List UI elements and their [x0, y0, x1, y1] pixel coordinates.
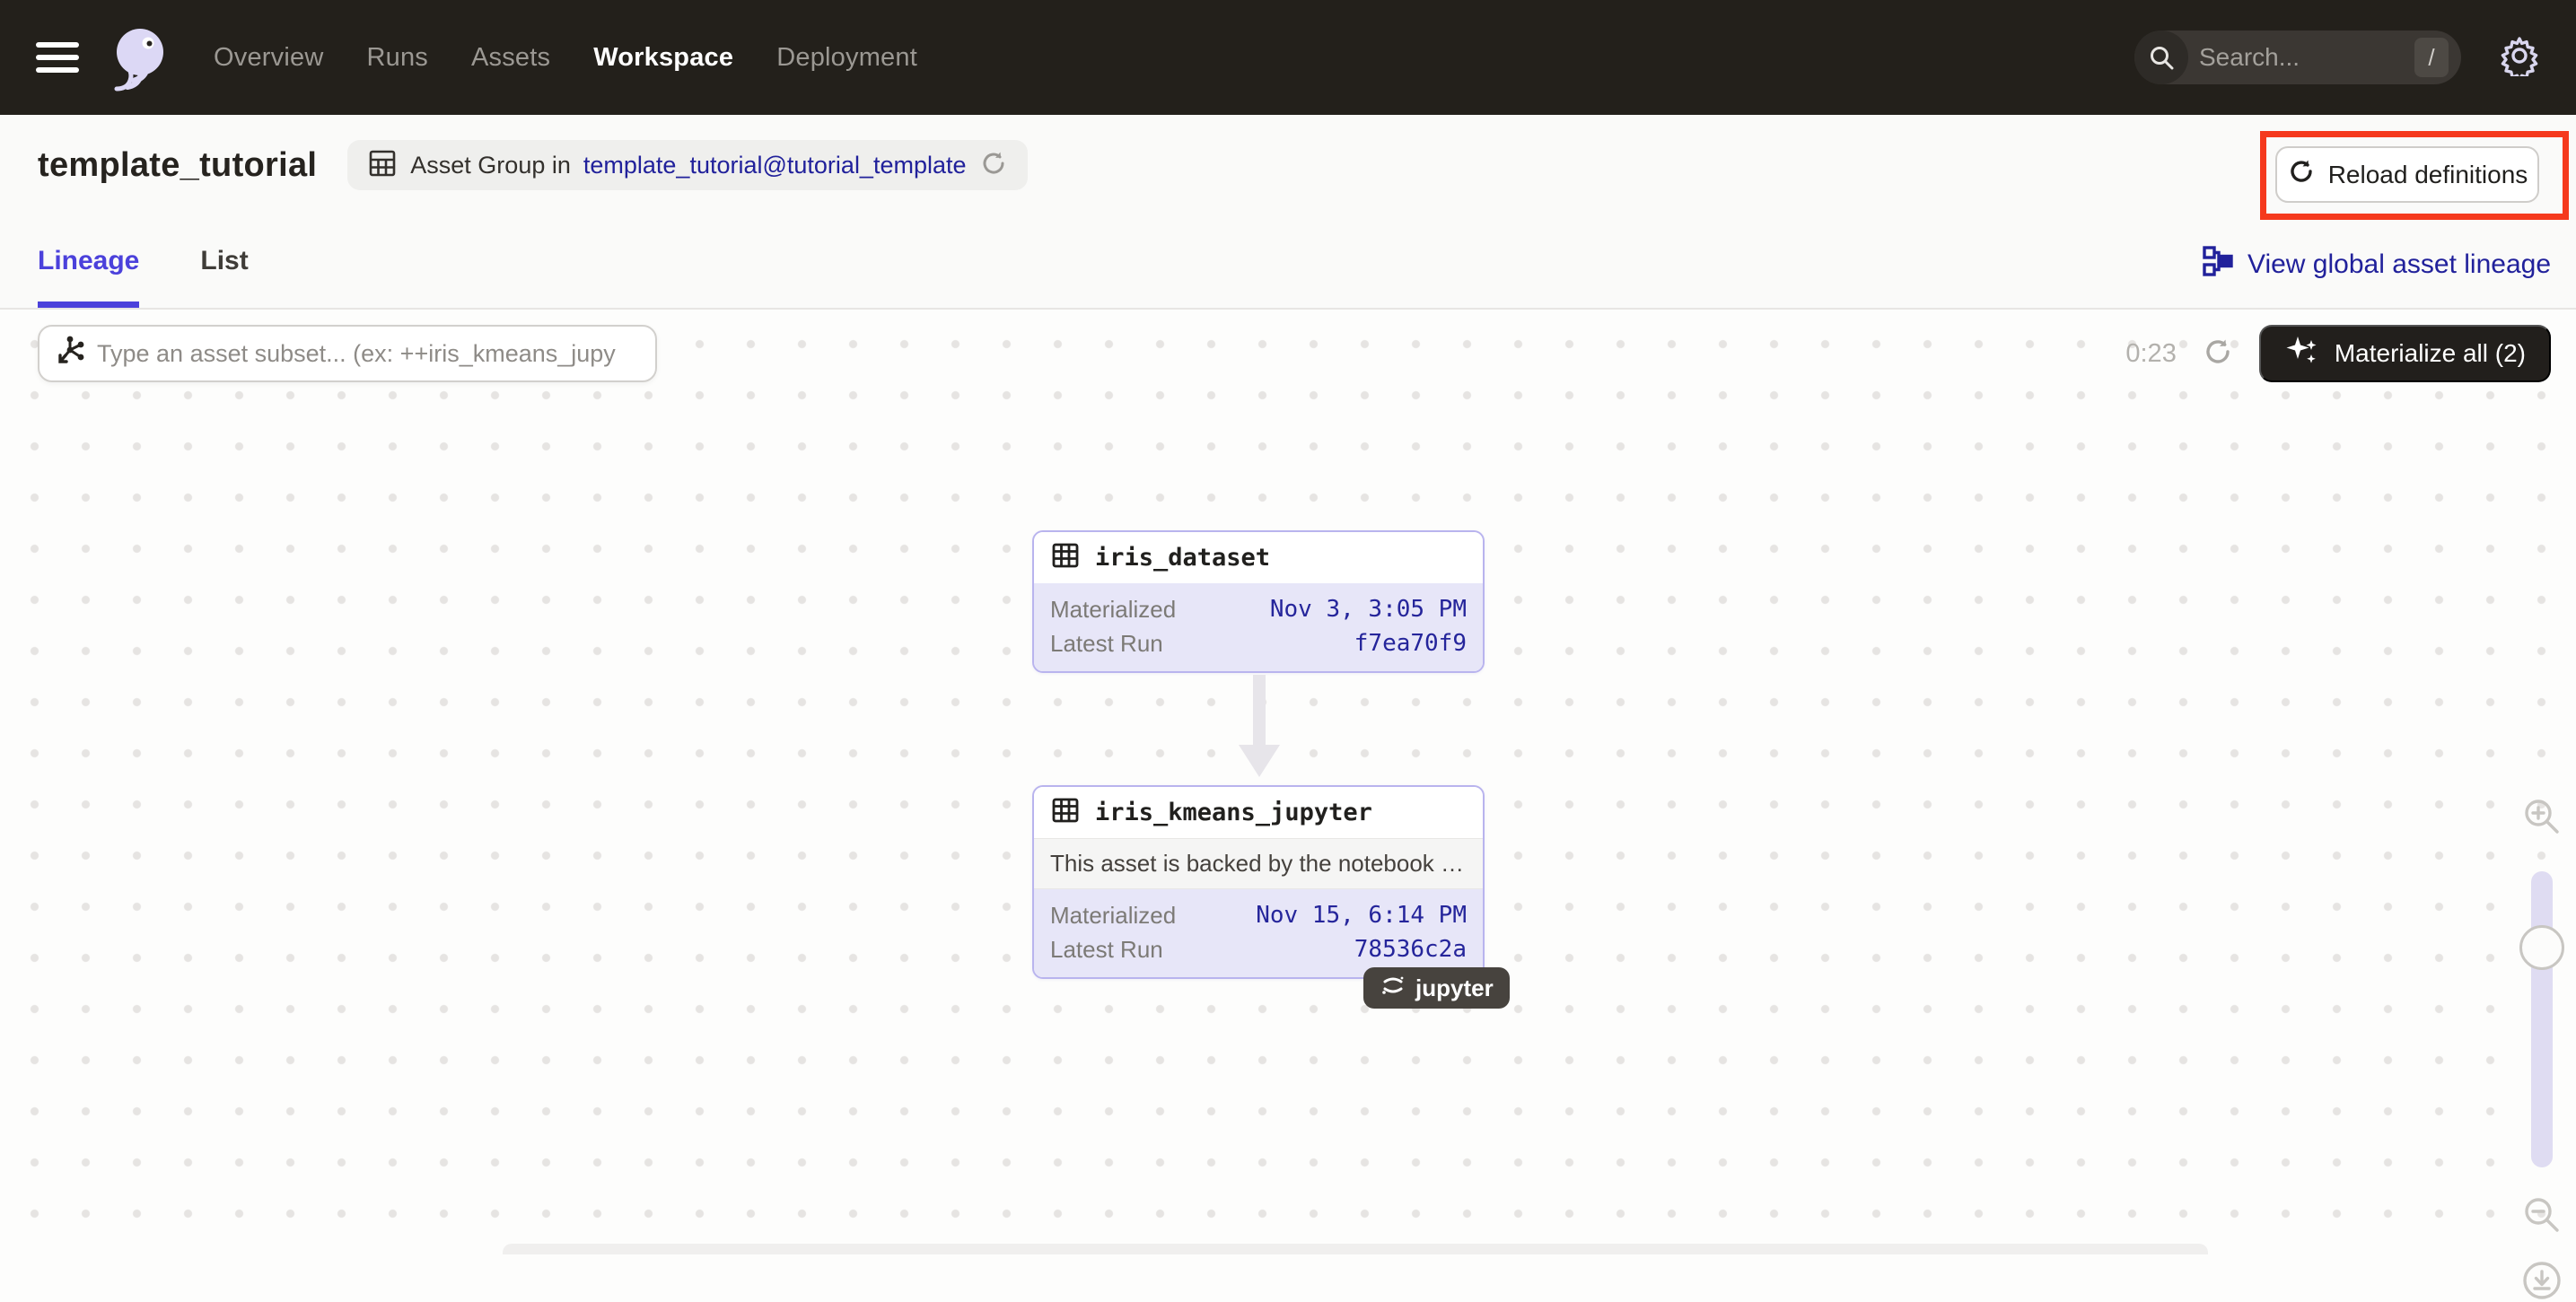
- reload-definitions-button[interactable]: Reload definitions: [2275, 146, 2539, 203]
- nav-item-runs[interactable]: Runs: [366, 43, 428, 73]
- jupyter-icon: [1380, 972, 1406, 1005]
- nav-item-workspace[interactable]: Workspace: [593, 43, 733, 73]
- breadcrumb-reload-icon[interactable]: [979, 149, 1008, 182]
- asset-group-grid-icon: [367, 148, 398, 183]
- row-label: Latest Run: [1050, 936, 1163, 964]
- latest-run-id[interactable]: f7ea70f9: [1354, 630, 1467, 657]
- refresh-timer: 0:23: [2125, 339, 2176, 369]
- sparkles-icon: [2284, 333, 2320, 375]
- materialized-timestamp[interactable]: Nov 3, 3:05 PM: [1270, 596, 1467, 623]
- nav-item-assets[interactable]: Assets: [471, 43, 550, 73]
- table-grid-icon: [1050, 540, 1081, 575]
- nav-item-deployment[interactable]: Deployment: [776, 43, 917, 73]
- menu-icon[interactable]: [36, 35, 79, 80]
- tab-lineage[interactable]: Lineage: [38, 246, 139, 308]
- node-row-materialized: Materialized Nov 3, 3:05 PM: [1050, 592, 1467, 626]
- tab-list[interactable]: List: [200, 246, 248, 308]
- node-row-latest-run: Latest Run f7ea70f9: [1050, 626, 1467, 660]
- lineage-edge-arrow: [1253, 675, 1266, 745]
- row-label: Materialized: [1050, 596, 1176, 624]
- dagster-logo-icon[interactable]: [104, 23, 172, 92]
- asset-subset-input[interactable]: [97, 340, 641, 368]
- view-global-asset-lineage-label: View global asset lineage: [2247, 249, 2551, 280]
- asset-node-title: iris_kmeans_jupyter: [1095, 799, 1372, 826]
- asset-group-link[interactable]: template_tutorial@tutorial_template: [583, 152, 967, 179]
- materialize-all-label: Materialize all (2): [2335, 339, 2526, 368]
- jupyter-tag-label: jupyter: [1415, 974, 1494, 1002]
- reload-icon: [2287, 157, 2316, 192]
- primary-nav: Overview Runs Assets Workspace Deploymen…: [214, 43, 917, 73]
- zoom-slider[interactable]: [2531, 871, 2553, 1167]
- top-navbar: Overview Runs Assets Workspace Deploymen…: [0, 0, 2576, 115]
- asset-node-iris-kmeans-jupyter[interactable]: iris_kmeans_jupyter This asset is backed…: [1032, 785, 1485, 979]
- table-grid-icon: [1050, 795, 1081, 830]
- asset-group-label: Asset Group in: [410, 152, 571, 179]
- row-label: Latest Run: [1050, 630, 1163, 658]
- zoom-slider-handle[interactable]: [2519, 925, 2564, 970]
- materialize-all-button[interactable]: Materialize all (2): [2259, 325, 2551, 382]
- search-input[interactable]: [2199, 43, 2388, 72]
- materialized-timestamp[interactable]: Nov 15, 6:14 PM: [1256, 902, 1467, 929]
- asset-group-breadcrumb: Asset Group in template_tutorial@tutoria…: [347, 140, 1027, 190]
- refresh-icon[interactable]: [2202, 336, 2234, 372]
- search-shortcut-key: /: [2414, 38, 2449, 77]
- zoom-out-icon[interactable]: [2515, 1194, 2569, 1236]
- search-icon: [2134, 31, 2188, 84]
- nav-item-overview[interactable]: Overview: [214, 43, 323, 73]
- node-row-materialized: Materialized Nov 15, 6:14 PM: [1050, 898, 1467, 932]
- zoom-controls: [2515, 796, 2569, 1302]
- page-header: template_tutorial Asset Group in templat…: [0, 115, 2576, 310]
- reload-definitions-label: Reload definitions: [2328, 161, 2528, 189]
- row-label: Materialized: [1050, 902, 1176, 930]
- lineage-graph-icon: [2201, 245, 2233, 284]
- view-global-asset-lineage-link[interactable]: View global asset lineage: [2201, 245, 2551, 284]
- settings-gear-icon[interactable]: [2499, 35, 2540, 81]
- jupyter-kind-tag[interactable]: jupyter: [1363, 967, 1510, 1009]
- asset-node-title: iris_dataset: [1095, 544, 1270, 572]
- page-title: template_tutorial: [38, 146, 317, 185]
- view-tabs: Lineage List: [38, 246, 249, 308]
- node-row-latest-run: Latest Run 78536c2a: [1050, 932, 1467, 966]
- asset-subset-filter[interactable]: [38, 325, 657, 382]
- graph-query-icon: [54, 336, 86, 372]
- latest-run-id[interactable]: 78536c2a: [1354, 936, 1467, 963]
- asset-description: This asset is backed by the notebook at …: [1034, 838, 1483, 889]
- search-box[interactable]: /: [2134, 31, 2461, 84]
- asset-graph-canvas[interactable]: 0:23 Materialize all (2) iris_dataset Ma…: [0, 311, 2576, 1254]
- asset-node-iris-dataset[interactable]: iris_dataset Materialized Nov 3, 3:05 PM…: [1032, 530, 1485, 673]
- bottom-panel-edge: [503, 1244, 2208, 1254]
- download-graph-icon[interactable]: [2515, 1259, 2569, 1302]
- zoom-in-icon[interactable]: [2515, 796, 2569, 837]
